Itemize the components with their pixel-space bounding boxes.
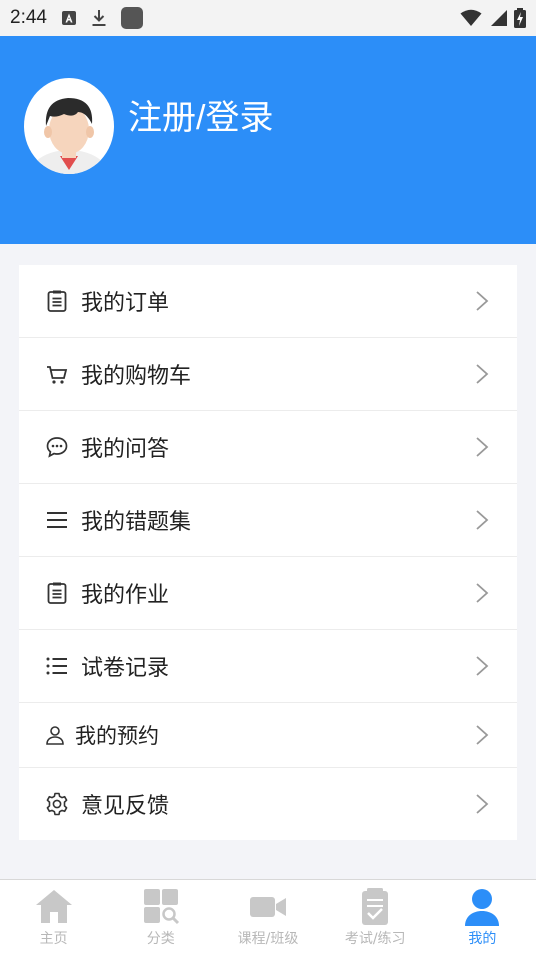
menu-item-qa[interactable]: 我的问答 [19,411,517,484]
wifi-icon [460,9,482,26]
nav-label: 我的 [468,931,497,947]
menu-item-appointments[interactable]: 我的预约 [19,703,517,768]
chevron-right-icon [476,437,489,457]
menu-item-orders[interactable]: 我的订单 [19,265,517,338]
exam-clipboard-icon [362,888,389,925]
menu-item-exam-records[interactable]: 试卷记录 [19,630,517,703]
battery-icon [514,8,526,28]
nav-item-courses[interactable]: 课程/班级 [214,880,321,955]
gear-icon [46,792,68,816]
user-icon [46,726,64,745]
video-camera-icon [250,897,286,917]
menu-item-label: 意见反馈 [81,794,170,819]
chevron-right-icon [476,510,489,530]
clipboard-list-icon [47,582,67,604]
menu-item-homework[interactable]: 我的作业 [19,557,517,630]
user-profile-icon [465,889,500,926]
status-time: 2:44 [10,7,47,28]
chevron-right-icon [476,794,489,814]
keyboard-notification-icon [61,10,77,26]
shopping-cart-icon [47,366,68,384]
clipboard-list-icon [47,290,67,312]
nav-item-mine[interactable]: 我的 [429,880,536,955]
chevron-right-icon [476,583,489,603]
status-bar: 2:44 [0,0,536,36]
menu-item-mistakes[interactable]: 我的错题集 [19,484,517,557]
chevron-right-icon [476,725,489,745]
chevron-right-icon [476,656,489,676]
menu-item-label: 我的预约 [75,724,159,748]
chat-bubble-icon [46,437,68,458]
nav-label: 课程/班级 [237,931,299,947]
avatar[interactable] [24,78,114,174]
login-register-link[interactable]: 注册/登录 [128,90,273,139]
home-icon [35,890,72,923]
chevron-right-icon [476,291,489,311]
menu-list: 我的订单 我的购物车 我的问答 我的错题集 我的作业 试卷记录 我的预约 意见反… [19,265,517,840]
download-icon [91,9,107,27]
menu-item-cart[interactable]: 我的购物车 [19,338,517,411]
nav-item-category[interactable]: 分类 [107,880,214,955]
nav-label: 分类 [146,931,175,947]
menu-item-label: 试卷记录 [81,656,170,681]
nav-label: 主页 [39,931,68,947]
nav-item-home[interactable]: 主页 [0,880,107,955]
menu-item-label: 我的购物车 [81,364,192,389]
category-grid-icon [143,889,179,925]
menu-item-label: 我的问答 [81,437,170,462]
bottom-nav: 主页 分类 课程/班级 考试/练习 我的 [0,879,536,955]
nav-item-exams[interactable]: 考试/练习 [322,880,429,955]
app-notification-icon [120,7,143,29]
menu-item-label: 我的错题集 [81,510,192,535]
status-icons [460,8,526,28]
signal-icon [491,10,507,26]
bullet-list-icon [46,657,67,675]
chevron-right-icon [476,364,489,384]
menu-item-label: 我的订单 [81,291,170,316]
profile-header: 注册/登录 [0,36,536,244]
menu-item-label: 我的作业 [81,583,170,608]
menu-lines-icon [47,512,67,528]
nav-label: 考试/练习 [344,931,406,947]
menu-item-feedback[interactable]: 意见反馈 [19,768,517,840]
